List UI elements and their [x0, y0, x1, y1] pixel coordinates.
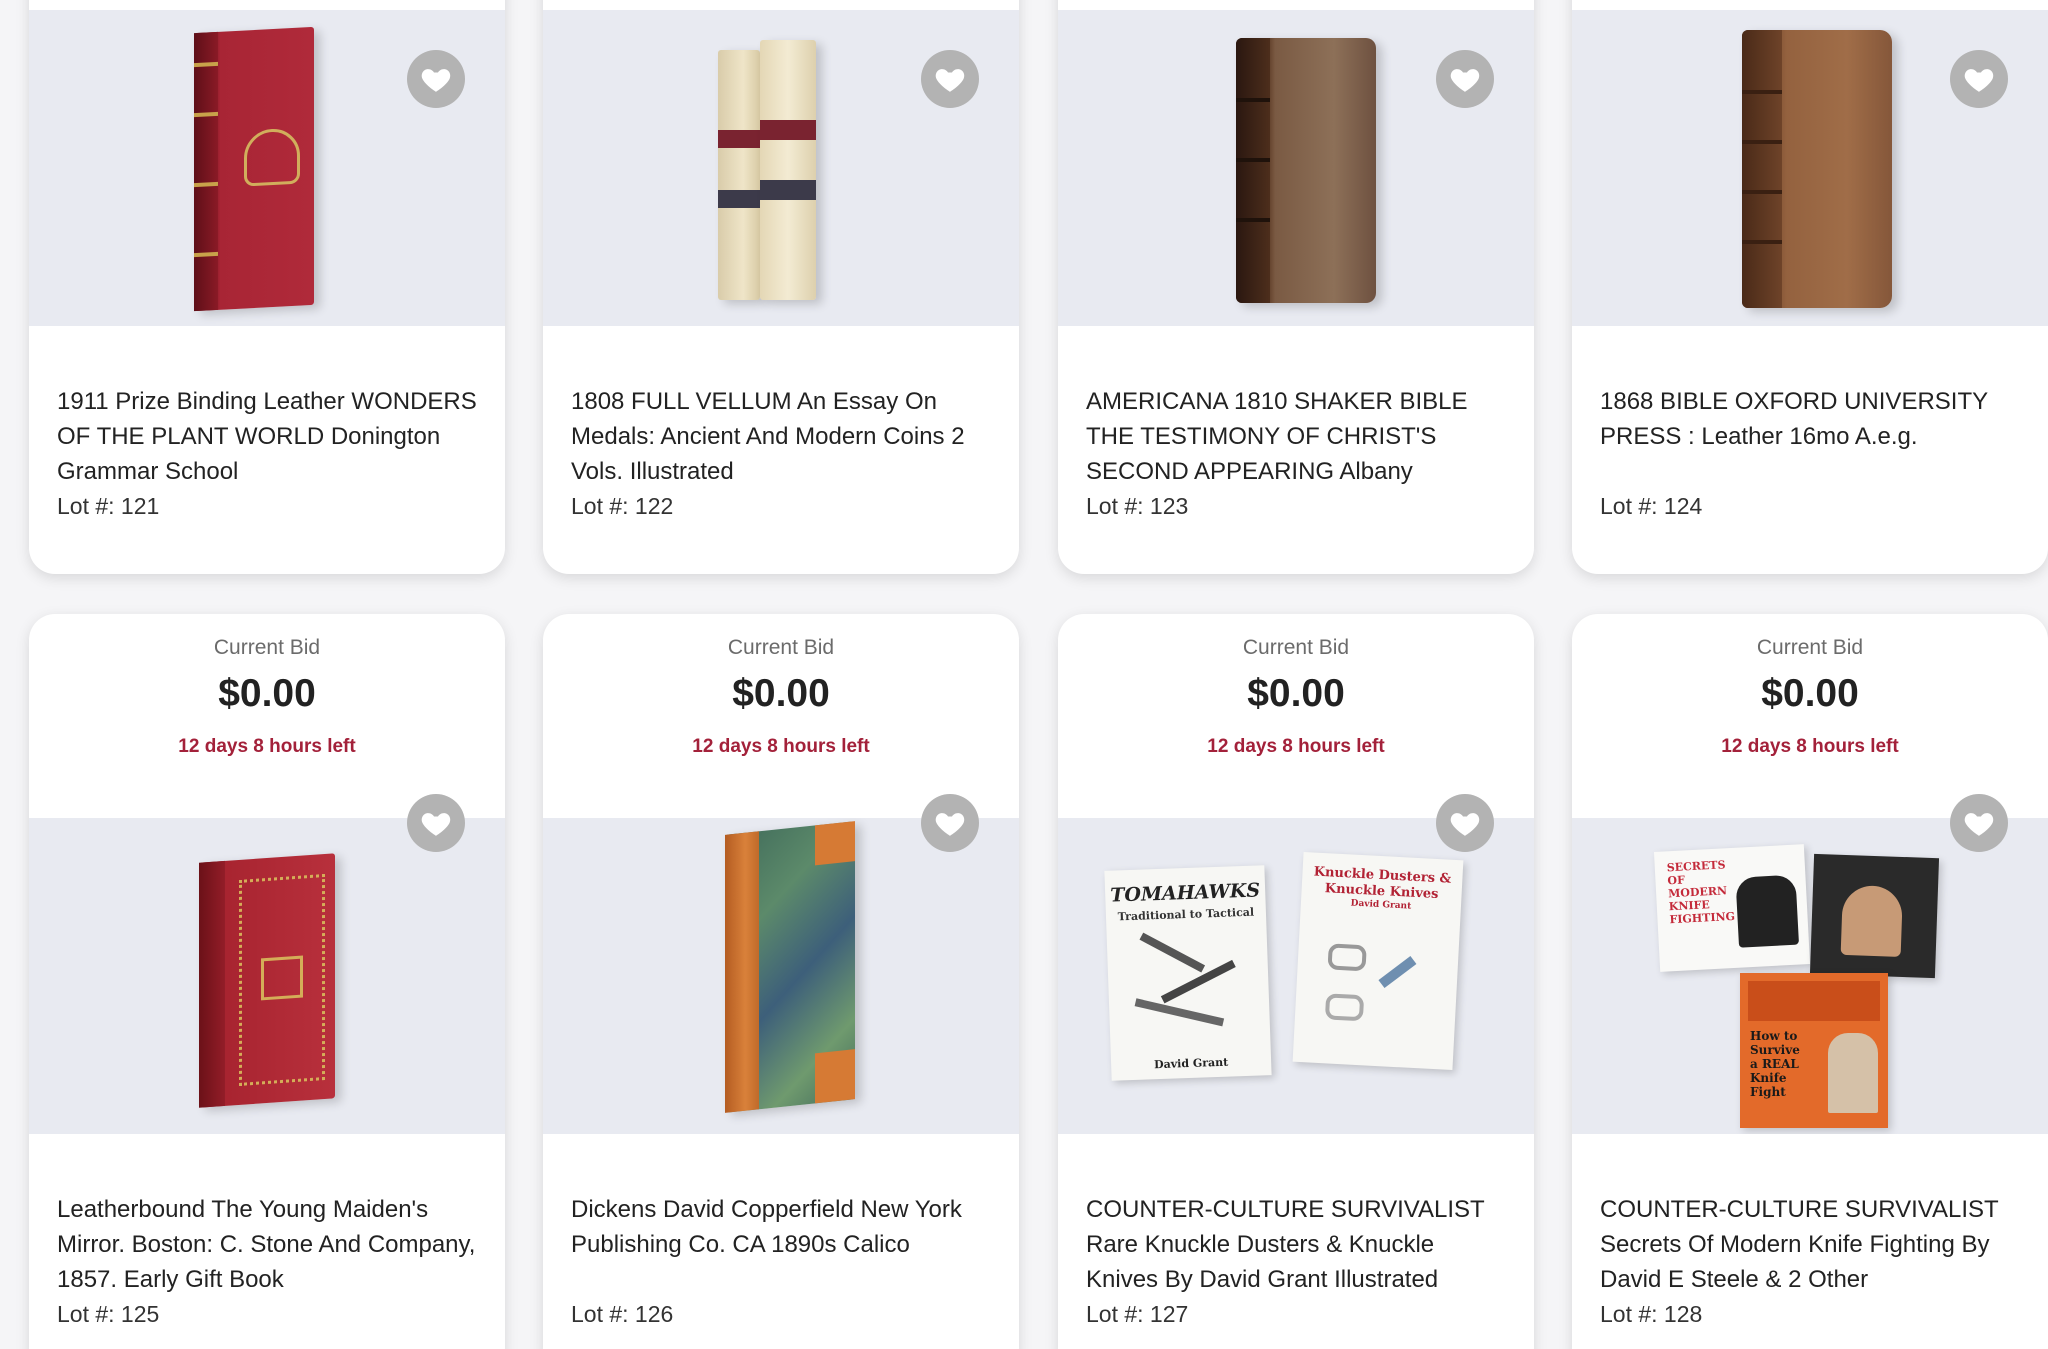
book-cover-secrets: SECRETS OF MODERN KNIFE FIGHTING — [1653, 844, 1811, 972]
lot-image[interactable]: SECRETS OF MODERN KNIFE FIGHTING How to … — [1572, 818, 2048, 1134]
book-photo — [725, 821, 855, 1113]
time-left: 12 days 8 hours left — [1207, 736, 1385, 757]
lot-title[interactable]: 1911 Prize Binding Leather WONDERS OF TH… — [57, 384, 477, 489]
lot-image[interactable] — [543, 10, 1019, 326]
cover-author: David Grant — [1153, 1055, 1229, 1072]
lot-card[interactable]: Current Bid $0.00 12 days 8 hours left T… — [1058, 614, 1534, 1349]
heart-icon — [935, 69, 965, 92]
current-bid-amount: $0.00 — [1247, 672, 1345, 715]
book-cover-survive: How to Survive a REAL Knife Fight — [1740, 973, 1888, 1128]
lot-title[interactable]: Leatherbound The Young Maiden's Mirror. … — [57, 1192, 477, 1297]
lot-image[interactable]: TOMAHAWKS Traditional to Tactical David … — [1058, 818, 1534, 1134]
current-bid-label: Current Bid — [213, 636, 321, 659]
lot-card[interactable]: 1868 BIBLE OXFORD UNIVERSITY PRESS : Lea… — [1572, 0, 2048, 574]
book-photo — [194, 26, 314, 312]
lot-number: Lot #: 127 — [1086, 1301, 1189, 1327]
time-left: 12 days 8 hours left — [178, 736, 356, 757]
lot-card[interactable]: AMERICANA 1810 SHAKER BIBLE THE TESTIMON… — [1058, 0, 1534, 574]
favorite-button[interactable] — [407, 794, 465, 852]
time-left: 12 days 8 hours left — [1721, 736, 1899, 757]
favorite-button[interactable] — [1436, 50, 1494, 108]
lot-title[interactable]: 1808 FULL VELLUM An Essay On Medals: Anc… — [571, 384, 991, 489]
favorite-button[interactable] — [1950, 794, 2008, 852]
current-bid-label: Current Bid — [1242, 636, 1350, 659]
lot-card[interactable]: 1911 Prize Binding Leather WONDERS OF TH… — [29, 0, 505, 574]
book-photo — [1236, 38, 1376, 303]
lot-title[interactable]: COUNTER-CULTURE SURVIVALIST Secrets Of M… — [1600, 1192, 2020, 1297]
book-photo — [199, 853, 335, 1108]
favorite-button[interactable] — [1436, 794, 1494, 852]
lot-card[interactable]: Current Bid $0.00 12 days 8 hours left S… — [1572, 614, 2048, 1349]
lot-image[interactable] — [1058, 10, 1534, 326]
bid-summary: Current Bid $0.00 12 days 8 hours left — [543, 614, 1019, 818]
heart-icon — [1964, 69, 1994, 92]
lot-title[interactable]: 1868 BIBLE OXFORD UNIVERSITY PRESS : Lea… — [1600, 384, 2020, 489]
lot-number: Lot #: 126 — [571, 1301, 674, 1327]
lot-card[interactable]: Current Bid $0.00 12 days 8 hours left L… — [29, 614, 505, 1349]
heart-icon — [1450, 813, 1480, 836]
lot-card[interactable]: 1808 FULL VELLUM An Essay On Medals: Anc… — [543, 0, 1019, 574]
lot-image[interactable] — [29, 10, 505, 326]
lot-title[interactable]: AMERICANA 1810 SHAKER BIBLE THE TESTIMON… — [1086, 384, 1506, 489]
cover-subtitle: Traditional to Tactical — [1117, 905, 1255, 924]
lot-number: Lot #: 128 — [1600, 1301, 1703, 1327]
lot-number: Lot #: 121 — [57, 493, 160, 519]
cover-title: SECRETS OF MODERN KNIFE FIGHTING — [1666, 858, 1736, 927]
bid-summary: Current Bid $0.00 12 days 8 hours left — [29, 614, 505, 818]
book-cover-knifemaker — [1809, 853, 1940, 979]
heart-icon — [1450, 69, 1480, 92]
cover-title: TOMAHAWKS — [1109, 879, 1261, 907]
current-bid-label: Current Bid — [727, 636, 835, 659]
lot-image[interactable] — [1572, 10, 2048, 326]
current-bid-label: Current Bid — [1756, 636, 1864, 659]
lot-number: Lot #: 124 — [1600, 493, 1703, 519]
lot-card[interactable]: Current Bid $0.00 12 days 8 hours left D… — [543, 614, 1019, 1349]
favorite-button[interactable] — [921, 50, 979, 108]
lot-grid: 1911 Prize Binding Leather WONDERS OF TH… — [0, 0, 2048, 1349]
lot-title[interactable]: Dickens David Copperfield New York Publi… — [571, 1192, 991, 1297]
heart-icon — [935, 813, 965, 836]
cover-subtitle: How to Survive a REAL Knife Fight — [1750, 1029, 1800, 1099]
current-bid-amount: $0.00 — [732, 672, 830, 715]
heart-icon — [421, 69, 451, 92]
book-photo — [1742, 30, 1892, 308]
lot-image[interactable] — [543, 818, 1019, 1134]
bid-summary: Current Bid $0.00 12 days 8 hours left — [1058, 614, 1534, 818]
book-cover-tomahawks: TOMAHAWKS Traditional to Tactical David … — [1104, 865, 1272, 1081]
bid-summary: Current Bid $0.00 12 days 8 hours left — [1572, 614, 2048, 818]
current-bid-amount: $0.00 — [218, 672, 316, 715]
favorite-button[interactable] — [407, 50, 465, 108]
book-photo — [760, 40, 816, 300]
current-bid-amount: $0.00 — [1761, 672, 1859, 715]
heart-icon — [421, 813, 451, 836]
favorite-button[interactable] — [921, 794, 979, 852]
book-photo — [718, 50, 760, 300]
lot-number: Lot #: 122 — [571, 493, 674, 519]
time-left: 12 days 8 hours left — [692, 736, 870, 757]
lot-image[interactable] — [29, 818, 505, 1134]
favorite-button[interactable] — [1950, 50, 2008, 108]
lot-number: Lot #: 123 — [1086, 493, 1189, 519]
lot-title[interactable]: COUNTER-CULTURE SURVIVALIST Rare Knuckle… — [1086, 1192, 1506, 1297]
lot-number: Lot #: 125 — [57, 1301, 160, 1327]
heart-icon — [1964, 813, 1994, 836]
book-cover-knuckle-dusters: Knuckle Dusters & Knuckle Knives David G… — [1292, 851, 1464, 1071]
